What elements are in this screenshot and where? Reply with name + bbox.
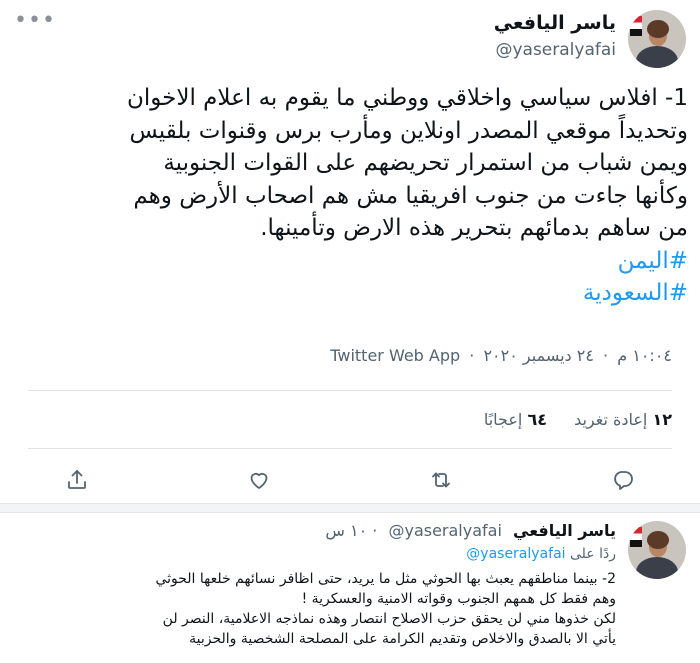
tweet-line: 1- افلاس سياسي واخلاقي ووطني ما يقوم به … <box>126 85 688 111</box>
flag-decoration <box>630 16 642 36</box>
avatar-body <box>636 46 678 68</box>
reply-icon <box>614 471 633 490</box>
divider <box>28 390 672 391</box>
more-dots-icon[interactable]: ••• <box>14 8 56 33</box>
retweet-button[interactable] <box>424 463 458 497</box>
avatar[interactable] <box>628 10 686 68</box>
reply-line: يأتي الا بالصدق والاخلاص وتقديم الكرامة … <box>189 631 616 647</box>
like-button[interactable] <box>242 463 276 497</box>
reply-header: ياسر اليافعي @yaseralyafai · ١٠ س <box>325 521 616 540</box>
thread-separator <box>0 503 700 513</box>
tweet-stats: ١٢ إعادة تغريد ٦٤ إعجابًا <box>462 410 672 429</box>
replying-to: ردًا على @yaseralyafai <box>466 546 616 562</box>
hashtag-link[interactable]: #اليمن <box>16 245 688 278</box>
avatar-body <box>636 557 678 579</box>
reply-button[interactable] <box>606 463 640 497</box>
replying-label: ردًا على <box>570 546 616 562</box>
hashtag-link[interactable]: #السعودية <box>16 277 688 310</box>
avatar[interactable] <box>628 521 686 579</box>
author-handle[interactable]: @yaseralyafai <box>495 40 616 60</box>
author-name[interactable]: ياسر اليافعي <box>494 12 616 34</box>
retweets-stat[interactable]: ١٢ إعادة تغريد <box>569 410 672 429</box>
main-tweet: ••• ياسر اليافعي @yaseralyafai 1- افلاس … <box>0 0 700 500</box>
separator: · <box>469 346 475 365</box>
likes-count: ٦٤ <box>527 410 547 429</box>
tweet-line: وكأنها جاءت من جنوب افريقيا مش هم اصحاب … <box>133 182 688 209</box>
retweets-label: إعادة تغريد <box>574 410 648 429</box>
retweet-icon <box>432 472 450 488</box>
likes-stat[interactable]: ٦٤ إعجابًا <box>484 410 547 429</box>
share-icon <box>68 470 86 489</box>
divider <box>28 448 672 449</box>
reply-author-handle[interactable]: @yaseralyafai <box>388 521 501 540</box>
tweet-time[interactable]: ١٠:٠٤ م <box>617 346 672 365</box>
tweet-date[interactable]: ٢٤ ديسمبر ٢٠٢٠ <box>483 346 594 365</box>
reply-line: 2- بينما مناطقهم يعبث بها الحوثي مثل ما … <box>155 571 616 587</box>
avatar-hair <box>647 531 669 549</box>
tweet-source[interactable]: Twitter Web App <box>330 346 460 365</box>
share-button[interactable] <box>60 463 94 497</box>
tweet-line: ويمن شباب من استمرار تحريضهم على القوات … <box>163 150 688 176</box>
flag-decoration <box>630 527 642 547</box>
reply-time[interactable]: ١٠ س <box>325 521 367 540</box>
tweet-text: 1- افلاس سياسي واخلاقي ووطني ما يقوم به … <box>16 82 688 310</box>
tweet-line: وتحديداً موقعي المصدر اونلاين ومأرب برس … <box>129 117 688 144</box>
like-icon <box>250 472 268 489</box>
likes-label: إعجابًا <box>483 410 523 429</box>
reply-author-name[interactable]: ياسر اليافعي <box>513 521 616 540</box>
replying-mention[interactable]: @yaseralyafai <box>466 546 565 562</box>
tweet-meta: ١٠:٠٤ م · ٢٤ ديسمبر ٢٠٢٠ · Twitter Web A… <box>330 346 672 365</box>
reply-line: لكن خذوها مني لن يحقق حزب الاصلاح انتصار… <box>162 611 616 627</box>
avatar-hair <box>647 20 669 38</box>
tweet-line: من ساهم بدمائهم بتحرير هذه الارض وتأمينه… <box>260 215 688 241</box>
reply-line: وهم فقط كل همهم الجنوب وقواته الامنية وا… <box>301 591 616 607</box>
reply-tweet[interactable]: ياسر اليافعي @yaseralyafai · ١٠ س ردًا ع… <box>0 513 700 663</box>
separator: · <box>372 521 378 540</box>
retweets-count: ١٢ <box>652 410 672 429</box>
reply-text: 2- بينما مناطقهم يعبث بها الحوثي مثل ما … <box>16 569 616 649</box>
action-bar <box>60 463 640 497</box>
separator: · <box>603 346 609 365</box>
